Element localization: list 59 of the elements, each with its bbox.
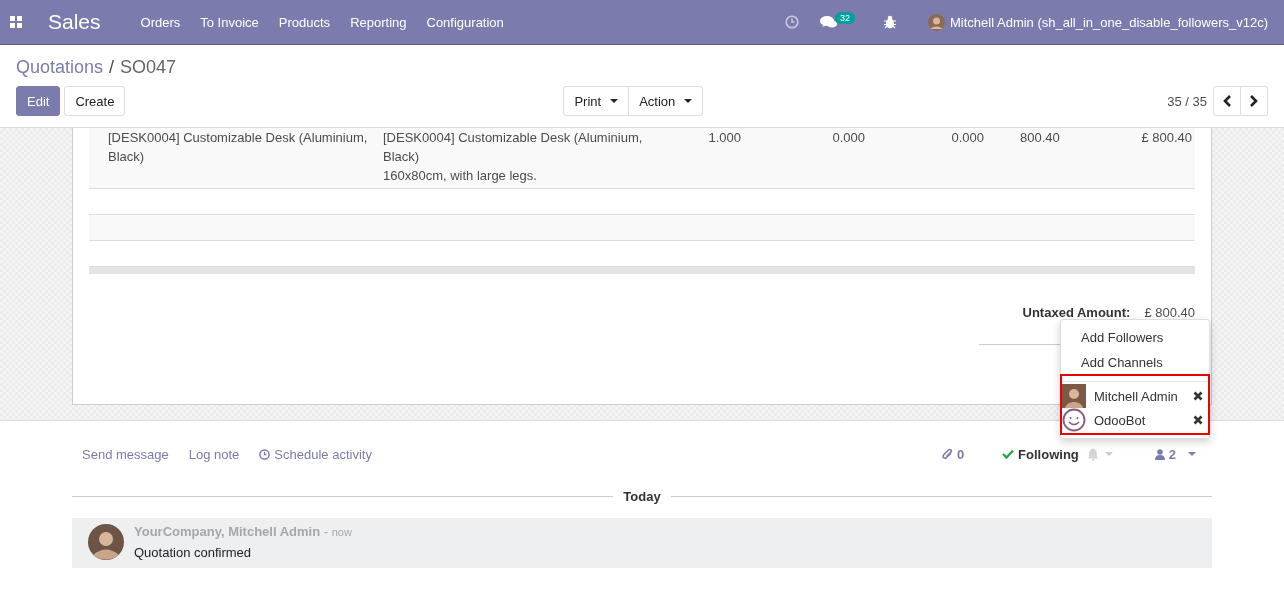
- smiley-icon: [1062, 408, 1086, 432]
- pager-value: 35 / 35: [1167, 93, 1207, 109]
- table-cell-text: [DESK0004] Customizable Desk (Aluminium, Black): [108, 129, 369, 166]
- message-time: now: [331, 526, 352, 538]
- menu-item[interactable]: To Invoice: [200, 14, 259, 30]
- dropdown-item[interactable]: Add Channels: [1061, 350, 1209, 375]
- total-value: £ 800.40: [1144, 305, 1195, 320]
- previous-button[interactable]: [1213, 86, 1241, 116]
- action-dropdown[interactable]: Action: [629, 86, 704, 116]
- message-author: YourCompany, Mitchell Admin: [134, 524, 321, 539]
- menu-item[interactable]: Configuration: [426, 14, 504, 30]
- remove-icon[interactable]: [1193, 391, 1203, 401]
- table-cell-text: 0.000: [831, 129, 865, 147]
- table-cell-text: 1.000: [707, 129, 741, 147]
- message-body: Quotation confirmed: [134, 545, 253, 560]
- user-avatar-icon: [1062, 384, 1086, 408]
- date-separator: Today: [623, 488, 661, 504]
- create-button[interactable]: Create: [64, 86, 126, 116]
- menu-item[interactable]: Orders: [140, 14, 181, 30]
- send-message-link[interactable]: Send message: [82, 446, 169, 462]
- table-cell-text: 800.40: [1019, 129, 1060, 147]
- attachments-button[interactable]: 0: [941, 446, 965, 462]
- print-dropdown[interactable]: Print: [563, 86, 630, 116]
- remove-icon[interactable]: [1193, 415, 1203, 425]
- record-title: SO047: [120, 57, 177, 78]
- menu-item[interactable]: Products: [278, 14, 331, 30]
- chevron-left-icon: [1222, 95, 1232, 107]
- user-avatar-icon[interactable]: [928, 13, 946, 31]
- dropdown-item[interactable]: Add Followers: [1061, 325, 1209, 350]
- app-title[interactable]: Sales: [48, 10, 101, 34]
- followers-button[interactable]: 2: [1154, 446, 1176, 462]
- message-count-badge: 32: [835, 12, 856, 24]
- chat-icon[interactable]: [820, 14, 838, 30]
- menu-item[interactable]: Reporting: [350, 14, 407, 30]
- table-cell-text: £ 800.40: [1140, 129, 1192, 147]
- bug-icon[interactable]: [884, 15, 897, 29]
- apps-menu-icon[interactable]: [10, 16, 22, 28]
- breadcrumb-link[interactable]: Quotations: [16, 57, 104, 78]
- person-icon: [1154, 448, 1165, 460]
- user-menu[interactable]: Mitchell Admin (sh_all_in_one_disable_followers_v12c): [950, 14, 1268, 30]
- clock-icon: [259, 448, 271, 460]
- chevron-right-icon: [1249, 95, 1259, 107]
- following-button[interactable]: Following: [1002, 446, 1079, 462]
- next-button[interactable]: [1241, 86, 1268, 116]
- breadcrumb-separator: /: [109, 57, 115, 78]
- paperclip-icon: [941, 448, 953, 460]
- log-note-link[interactable]: Log note: [188, 446, 240, 462]
- edit-button[interactable]: Edit: [16, 86, 61, 116]
- table-cell-text: 0.000: [950, 129, 984, 147]
- caret-icon[interactable]: [1188, 452, 1196, 456]
- follower-name[interactable]: Mitchell Admin: [1094, 388, 1185, 404]
- dash-separator: -: [323, 524, 329, 539]
- table-cell-text: [DESK0004] Customizable Desk (Aluminium, Black) 160x80cm, with large legs.: [383, 129, 644, 185]
- follower-name[interactable]: OdooBot: [1094, 412, 1185, 428]
- schedule-activity-link[interactable]: Schedule activity: [259, 446, 372, 462]
- avatar-icon: [88, 524, 124, 560]
- total-label: Untaxed Amount:: [1022, 305, 1131, 320]
- clock-icon[interactable]: [785, 15, 799, 29]
- checkmark-icon: [1002, 449, 1015, 459]
